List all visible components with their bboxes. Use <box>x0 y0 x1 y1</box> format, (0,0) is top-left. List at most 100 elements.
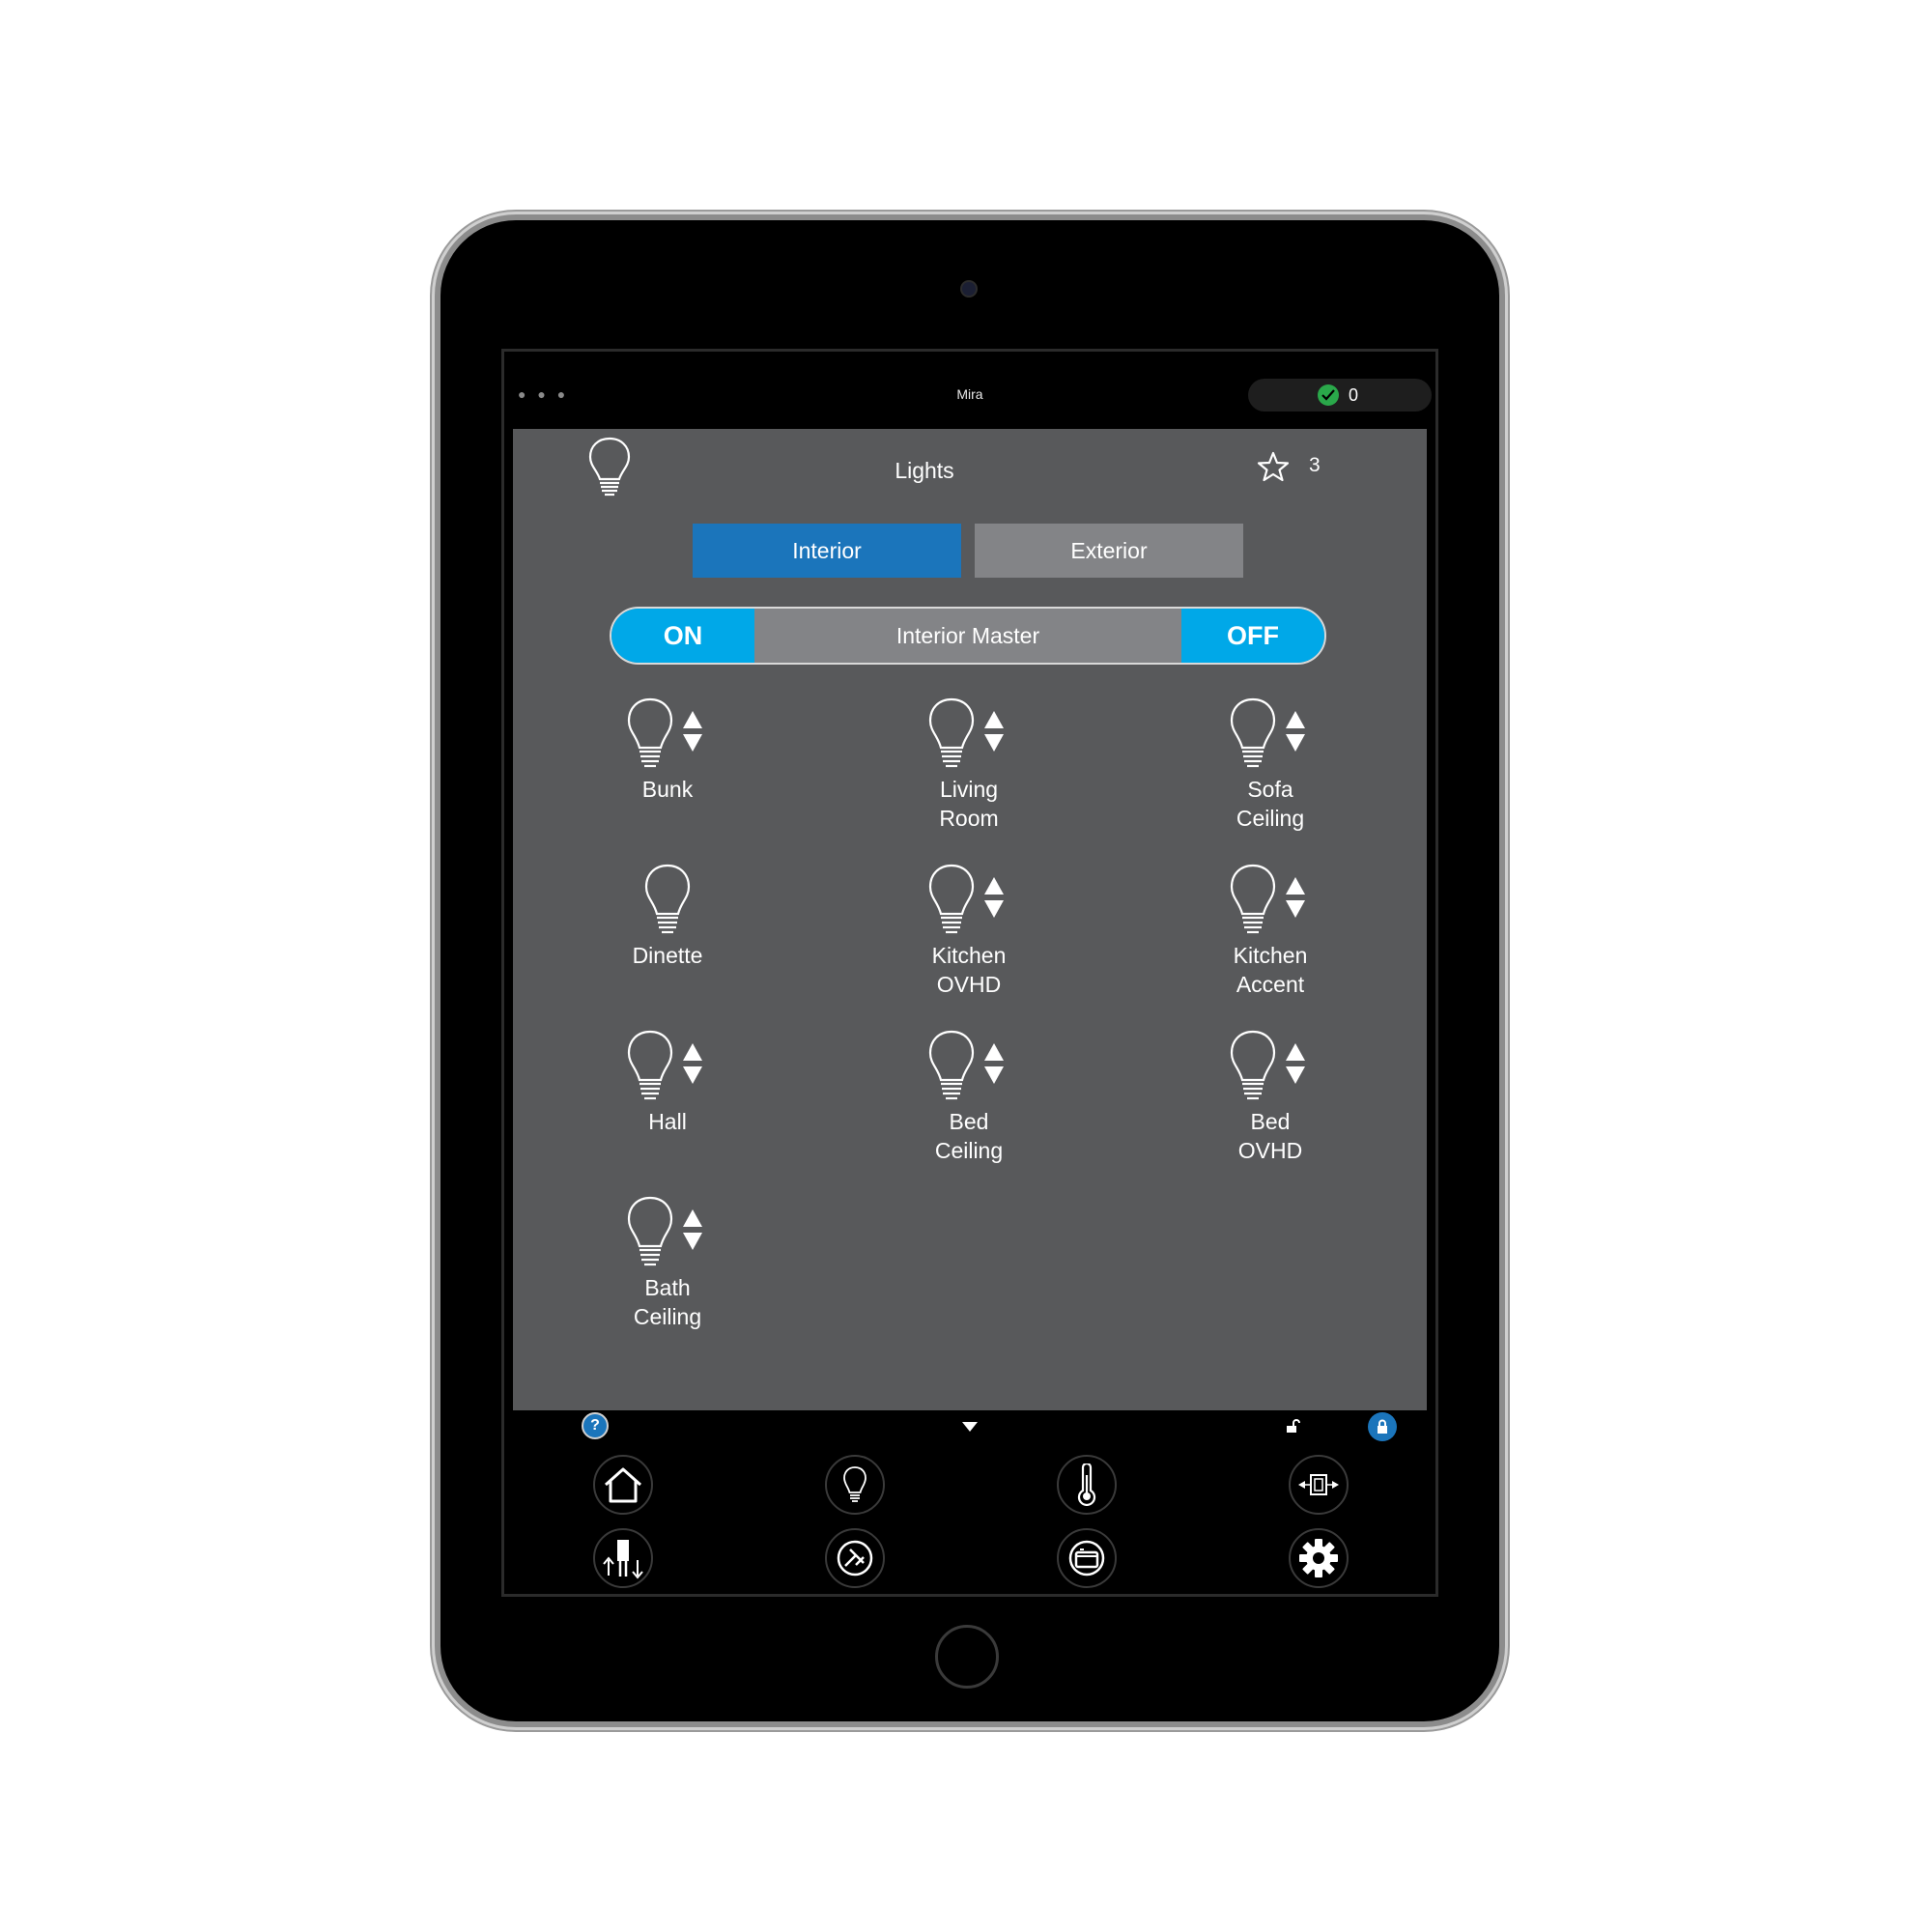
dimmer-arrows-icon[interactable] <box>681 1208 704 1252</box>
tank-icon <box>1068 1540 1105 1577</box>
dimmer-arrows-icon[interactable] <box>982 875 1006 920</box>
status-bar: ● ● ● Mira 0 <box>504 352 1435 413</box>
light-item[interactable]: Kitchen OVHD <box>853 864 1085 1009</box>
light-label: Bed Ceiling <box>853 1107 1085 1165</box>
light-label-line: Room <box>939 806 999 831</box>
light-icon-group[interactable] <box>627 1196 708 1269</box>
light-label-line: OVHD <box>936 972 1002 997</box>
light-icon-group[interactable] <box>627 864 708 937</box>
lightbulb-icon <box>928 697 975 768</box>
light-label: Bath Ceiling <box>552 1273 783 1331</box>
page-title: Lights <box>895 458 954 483</box>
nav-jacks-button[interactable] <box>593 1528 653 1588</box>
light-icon-group[interactable] <box>928 1030 1009 1103</box>
thermometer-icon <box>1077 1463 1096 1506</box>
light-label-line: Sofa <box>1247 777 1293 802</box>
lightbulb-icon <box>1230 697 1276 768</box>
nav-lights-button[interactable] <box>825 1455 885 1515</box>
status-indicator[interactable]: 0 <box>1248 379 1432 412</box>
lightbulb-icon <box>843 1466 867 1502</box>
slide-out-icon <box>1298 1474 1339 1495</box>
light-item[interactable]: Hall <box>552 1030 783 1175</box>
light-label-line: Dinette <box>632 943 703 968</box>
light-icon-group[interactable] <box>928 697 1009 771</box>
light-label: Living Room <box>853 775 1085 833</box>
nav-slides-button[interactable] <box>1289 1455 1349 1515</box>
light-icon-group[interactable] <box>627 1030 708 1103</box>
gear-icon <box>1299 1539 1338 1577</box>
lightbulb-icon <box>1230 1030 1276 1100</box>
light-label: Dinette <box>552 941 783 970</box>
dimmer-arrows-icon[interactable] <box>681 709 704 753</box>
nav-generator-button[interactable] <box>825 1528 885 1588</box>
light-icon-group[interactable] <box>627 697 708 771</box>
dimmer-arrows-icon[interactable] <box>681 1041 704 1086</box>
master-label: Interior Master <box>895 623 1040 648</box>
light-label-line: Bed <box>1250 1109 1291 1134</box>
interior-master-switch: ON Interior Master OFF <box>610 607 1326 665</box>
light-icon-group[interactable] <box>1230 864 1311 937</box>
star-icon[interactable] <box>1257 450 1290 488</box>
light-label: Kitchen OVHD <box>853 941 1085 999</box>
light-icon-group[interactable] <box>1230 1030 1311 1103</box>
light-label-line: Kitchen <box>931 943 1007 968</box>
light-label-line: Kitchen <box>1233 943 1308 968</box>
lightbulb-icon <box>627 697 673 768</box>
master-on-button[interactable]: ON <box>611 609 754 663</box>
light-label-line: Bath <box>644 1275 691 1300</box>
unlock-icon[interactable] <box>1285 1418 1300 1438</box>
light-item[interactable]: Sofa Ceiling <box>1154 697 1386 842</box>
lightbulb-icon <box>1230 864 1276 934</box>
light-label: Kitchen Accent <box>1154 941 1386 999</box>
light-label-line: Bed <box>949 1109 989 1134</box>
nav-tanks-button[interactable] <box>1057 1528 1117 1588</box>
light-item[interactable]: Kitchen Accent <box>1154 864 1386 1009</box>
light-label-line: Accent <box>1236 972 1305 997</box>
lightbulb-icon <box>928 1030 975 1100</box>
lock-icon[interactable] <box>1368 1412 1397 1441</box>
help-icon[interactable]: ? <box>582 1412 609 1439</box>
generator-icon <box>837 1540 873 1577</box>
favorites-count: 3 <box>1309 454 1321 476</box>
dimmer-arrows-icon[interactable] <box>1284 1041 1307 1086</box>
screen: ● ● ● Mira 0 Lights 3 Interior Exterior <box>501 349 1438 1597</box>
light-item[interactable]: Living Room <box>853 697 1085 842</box>
dimmer-arrows-icon[interactable] <box>1284 875 1307 920</box>
light-item[interactable]: Bath Ceiling <box>552 1196 783 1341</box>
light-item[interactable]: Bunk <box>552 697 783 842</box>
light-label: Bed OVHD <box>1154 1107 1386 1165</box>
utility-bar: ? <box>504 1410 1435 1441</box>
light-item[interactable]: Bed OVHD <box>1154 1030 1386 1175</box>
nav-home-button[interactable] <box>593 1455 653 1515</box>
lightbulb-icon <box>627 1196 673 1266</box>
light-label-line: Ceiling <box>1236 806 1305 831</box>
status-count: 0 <box>1349 385 1359 405</box>
light-item[interactable]: Dinette <box>552 864 783 1009</box>
tab-interior[interactable]: Interior <box>693 524 961 578</box>
light-label: Sofa Ceiling <box>1154 775 1386 833</box>
camera <box>962 282 976 296</box>
light-item[interactable]: Bed Ceiling <box>853 1030 1085 1175</box>
master-off-button[interactable]: OFF <box>1181 609 1324 663</box>
light-icon-group[interactable] <box>1230 697 1311 771</box>
light-label-line: Ceiling <box>633 1304 702 1329</box>
dimmer-arrows-icon[interactable] <box>982 709 1006 753</box>
lightbulb-icon <box>928 864 975 934</box>
light-label: Bunk <box>552 775 783 804</box>
chevron-down-icon[interactable] <box>962 1422 978 1432</box>
nav-climate-button[interactable] <box>1057 1455 1117 1515</box>
home-icon <box>605 1467 641 1503</box>
light-label-line: Bunk <box>641 777 694 802</box>
dimmer-arrows-icon[interactable] <box>982 1041 1006 1086</box>
leveling-jacks-icon <box>603 1540 643 1579</box>
light-label-line: Living <box>939 777 999 802</box>
light-icon-group[interactable] <box>928 864 1009 937</box>
dimmer-arrows-icon[interactable] <box>1284 709 1307 753</box>
lights-panel: Lights 3 Interior Exterior ON Interior M… <box>513 429 1427 1410</box>
light-label-line: Hall <box>648 1109 687 1134</box>
check-icon <box>1318 384 1339 406</box>
tab-exterior[interactable]: Exterior <box>975 524 1243 578</box>
lightbulb-icon <box>627 1030 673 1100</box>
device-home-button[interactable] <box>935 1625 999 1689</box>
nav-settings-button[interactable] <box>1289 1528 1349 1588</box>
